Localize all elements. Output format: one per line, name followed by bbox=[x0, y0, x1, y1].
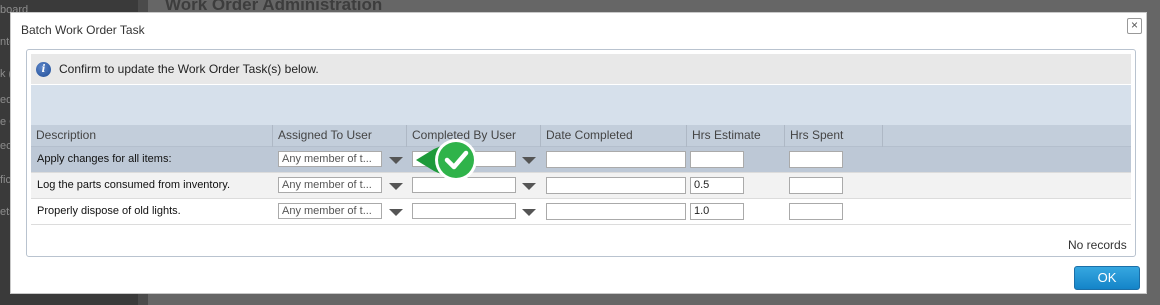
chevron-down-icon[interactable] bbox=[522, 183, 536, 190]
task-grid: Description Assigned To User Completed B… bbox=[31, 125, 1131, 225]
hrs-spent-input[interactable] bbox=[789, 151, 843, 168]
row-description: Log the parts consumed from inventory. bbox=[37, 179, 231, 191]
assigned-to-select[interactable]: Any member of t... bbox=[278, 177, 382, 193]
column-header-description[interactable]: Description bbox=[31, 125, 273, 147]
checkmark-callout-icon bbox=[416, 139, 477, 181]
chevron-down-icon[interactable] bbox=[389, 157, 403, 164]
date-completed-input[interactable] bbox=[546, 151, 686, 168]
task-panel: i Confirm to update the Work Order Task(… bbox=[26, 49, 1136, 257]
chevron-down-icon[interactable] bbox=[522, 209, 536, 216]
dialog-title: Batch Work Order Task bbox=[21, 23, 145, 37]
hrs-estimate-input[interactable] bbox=[690, 151, 744, 168]
hrs-estimate-input[interactable]: 0.5 bbox=[690, 177, 744, 194]
confirm-message: Confirm to update the Work Order Task(s)… bbox=[59, 62, 319, 76]
row-description: Apply changes for all items: bbox=[37, 153, 172, 165]
completed-by-select[interactable] bbox=[412, 203, 516, 219]
hrs-spent-input[interactable] bbox=[789, 203, 843, 220]
confirm-message-bar: i Confirm to update the Work Order Task(… bbox=[31, 54, 1131, 84]
chevron-down-icon[interactable] bbox=[389, 183, 403, 190]
assigned-to-select[interactable]: Any member of t... bbox=[278, 151, 382, 167]
hrs-spent-input[interactable] bbox=[789, 177, 843, 194]
toolbar-band bbox=[31, 85, 1131, 125]
hrs-estimate-input[interactable]: 1.0 bbox=[690, 203, 744, 220]
column-header-date-completed[interactable]: Date Completed bbox=[541, 125, 687, 147]
no-records-status: No records bbox=[1068, 238, 1127, 252]
column-header-hrs-spent[interactable]: Hrs Spent bbox=[785, 125, 883, 147]
ok-button[interactable]: OK bbox=[1074, 266, 1140, 290]
table-row[interactable]: Properly dispose of old lights. Any memb… bbox=[31, 199, 1131, 225]
chevron-down-icon[interactable] bbox=[522, 157, 536, 164]
table-row[interactable]: Log the parts consumed from inventory. A… bbox=[31, 173, 1131, 199]
assigned-to-select[interactable]: Any member of t... bbox=[278, 203, 382, 219]
date-completed-input[interactable] bbox=[546, 203, 686, 220]
table-row-apply-all[interactable]: Apply changes for all items: Any member … bbox=[31, 147, 1131, 173]
column-header-assigned-to[interactable]: Assigned To User bbox=[273, 125, 407, 147]
info-icon: i bbox=[36, 61, 51, 77]
column-header-hrs-estimate[interactable]: Hrs Estimate bbox=[687, 125, 785, 147]
close-icon[interactable]: × bbox=[1127, 18, 1142, 34]
date-completed-input[interactable] bbox=[546, 177, 686, 194]
grid-header: Description Assigned To User Completed B… bbox=[31, 125, 1131, 147]
batch-task-dialog: Batch Work Order Task × i Confirm to upd… bbox=[10, 12, 1147, 294]
column-header-filler bbox=[883, 125, 1131, 147]
row-description: Properly dispose of old lights. bbox=[37, 205, 181, 217]
chevron-down-icon[interactable] bbox=[389, 209, 403, 216]
